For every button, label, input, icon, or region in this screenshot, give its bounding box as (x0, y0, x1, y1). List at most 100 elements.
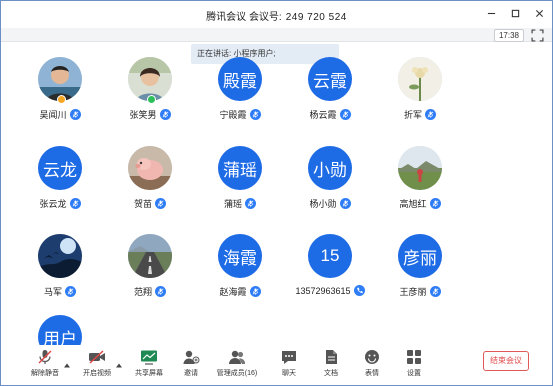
bottom-toolbar: 解除静音 开启视频 共享屏幕 邀请 管理成员(16) 聊天 文档 表情 设置 结… (1, 345, 552, 385)
audio-options-caret[interactable] (64, 355, 70, 368)
participant-name: 杨云霞 (309, 110, 337, 120)
participant-tile[interactable]: 贺苗 (106, 146, 194, 226)
mic-muted-icon (429, 198, 441, 209)
participant-name: 范翔 (133, 287, 152, 297)
role-badge-icon (147, 95, 156, 104)
participant-tile[interactable]: 海霞 赵海霞 (196, 234, 284, 314)
share-screen-icon (140, 349, 158, 365)
participant-name-line: 范翔 (106, 285, 194, 298)
mic-muted-icon (249, 109, 261, 120)
participant-tile[interactable]: 马军 (16, 234, 104, 314)
chat-label: 聊天 (282, 370, 296, 377)
mic-muted-icon (249, 286, 261, 297)
chat-button[interactable]: 聊天 (267, 349, 311, 378)
meeting-window: 腾讯会议 会议号: 249 720 524 17:38 正在讲话: 小程序用户; … (0, 0, 553, 386)
window-title: 腾讯会议 会议号: 249 720 524 (1, 8, 552, 23)
unmute-label: 解除静音 (31, 370, 59, 377)
mic-muted-icon (245, 198, 256, 209)
participant-name: 13572963615 (295, 285, 351, 296)
participant-name-line: 贺苗 (106, 197, 194, 210)
participant-tile[interactable]: 15 13572963615 (286, 234, 374, 314)
participant-name: 贺苗 (133, 199, 152, 209)
emoji-label: 表情 (365, 370, 379, 377)
video-label: 开启视频 (83, 370, 111, 377)
members-icon (228, 349, 246, 365)
mic-muted-icon (69, 109, 81, 120)
mic-muted-icon (425, 109, 436, 120)
participant-tile[interactable]: 吴闻川 (16, 57, 104, 137)
participant-tile[interactable]: 殿霞 宁殿霞 (196, 57, 284, 137)
participant-name: 宁殿霞 (219, 110, 247, 120)
mic-muted-icon (429, 286, 441, 297)
participant-name-line: 蒲瑶 (196, 197, 284, 210)
participant-name-line: 宁殿霞 (196, 108, 284, 121)
avatar: 15 (308, 234, 352, 278)
role-badge-icon (57, 95, 66, 104)
end-meeting-button[interactable]: 结束会议 (483, 351, 529, 371)
settings-button[interactable]: 设置 (392, 349, 436, 378)
minimize-icon[interactable] (484, 6, 498, 20)
participant-name-line: 高旭红 (376, 197, 464, 210)
fullscreen-icon[interactable] (531, 29, 544, 42)
participant-tile[interactable]: 云霞 杨云霞 (286, 57, 374, 137)
mic-muted-icon (155, 198, 166, 209)
avatar: 海霞 (218, 234, 262, 278)
avatar (398, 146, 442, 190)
manage-members-button[interactable]: 管理成员(16) (215, 349, 259, 378)
participant-name: 赵海霞 (219, 287, 247, 297)
share-screen-button[interactable]: 共享屏幕 (127, 349, 171, 378)
participant-name-line: 马军 (16, 285, 104, 298)
avatar: 蒲瑶 (218, 146, 262, 190)
participant-name-line: 赵海霞 (196, 285, 284, 298)
start-video-button[interactable]: 开启视频 (75, 349, 119, 378)
smile-icon (363, 349, 381, 365)
participant-tile[interactable]: 折军 (376, 57, 464, 137)
participant-name: 张云龙 (39, 199, 67, 209)
participant-name: 蒲瑶 (223, 199, 242, 209)
mic-muted-icon (36, 349, 54, 365)
meeting-id: 249 720 524 (285, 12, 347, 23)
participant-tile[interactable]: 蒲瑶 蒲瑶 (196, 146, 284, 226)
participant-tile[interactable]: 范翔 (106, 234, 194, 314)
participant-name: 折军 (403, 110, 422, 120)
emoji-button[interactable]: 表情 (350, 349, 394, 378)
avatar: 小勋 (308, 146, 352, 190)
participant-name-line: 张云龙 (16, 197, 104, 210)
participant-name-line: 吴闻川 (16, 108, 104, 121)
participant-name: 吴闻川 (39, 110, 67, 120)
docs-button[interactable]: 文档 (309, 349, 353, 378)
mic-muted-icon (69, 198, 81, 209)
participant-tile[interactable]: 彦丽 王彦丽 (376, 234, 464, 314)
close-icon[interactable] (532, 6, 546, 20)
unmute-button[interactable]: 解除静音 (23, 349, 67, 378)
participant-name-line: 杨小勋 (286, 197, 374, 210)
phone-icon (353, 285, 365, 296)
participant-name: 杨小勋 (309, 199, 337, 209)
video-options-caret[interactable] (116, 355, 122, 368)
invite-button[interactable]: 邀请 (169, 349, 213, 378)
avatar (398, 57, 442, 101)
info-bar: 17:38 (1, 28, 552, 42)
window-controls (484, 6, 546, 20)
grid-settings-icon (405, 349, 423, 365)
meeting-id-label: 会议号: (248, 12, 282, 23)
add-user-icon (182, 349, 200, 365)
settings-label: 设置 (407, 370, 421, 377)
participant-name: 王彦丽 (399, 287, 427, 297)
participant-tile[interactable]: 云龙 张云龙 (16, 146, 104, 226)
document-icon (322, 349, 340, 365)
participant-tile[interactable]: 小勋 杨小勋 (286, 146, 374, 226)
mic-muted-icon (339, 109, 351, 120)
maximize-icon[interactable] (508, 6, 522, 20)
mic-muted-icon (339, 198, 351, 209)
avatar: 云龙 (38, 146, 82, 190)
chat-icon (280, 349, 298, 365)
app-name: 腾讯会议 (206, 12, 247, 23)
participant-tile[interactable]: 张笑男 (106, 57, 194, 137)
participant-tile[interactable]: 高旭红 (376, 146, 464, 226)
avatar: 殿霞 (218, 57, 262, 101)
participant-name-line: 张笑男 (106, 108, 194, 121)
meeting-timer: 17:38 (493, 29, 524, 42)
participant-name-line: 杨云霞 (286, 108, 374, 121)
mic-muted-icon (65, 286, 76, 297)
